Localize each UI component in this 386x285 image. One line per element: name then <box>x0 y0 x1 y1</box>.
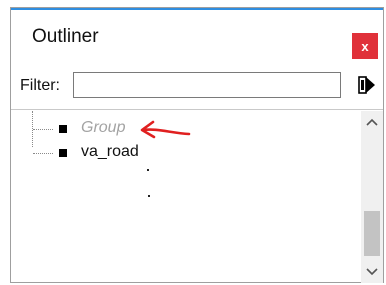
close-button[interactable]: x <box>352 33 378 59</box>
tree-item-label: va_road <box>81 143 139 160</box>
filter-arrow-icon <box>358 76 375 94</box>
vertical-scrollbar[interactable] <box>361 111 383 283</box>
title-bar[interactable]: Outliner x <box>11 10 383 64</box>
filter-label: Filter: <box>20 77 60 94</box>
node-square-icon <box>59 125 67 133</box>
tree-connector <box>33 129 53 130</box>
tree-item-va-road[interactable]: va_road <box>11 141 351 165</box>
close-icon: x <box>361 38 369 54</box>
red-arrow-annotation <box>140 120 191 139</box>
tree-connector <box>33 153 53 154</box>
filter-apply-button[interactable] <box>357 74 377 96</box>
tree-item-group[interactable]: Group <box>11 117 351 141</box>
stray-dot <box>148 195 150 197</box>
scroll-thumb[interactable] <box>364 211 380 256</box>
filter-row: Filter: <box>11 64 383 108</box>
chevron-up-icon <box>366 118 378 126</box>
filter-input[interactable] <box>73 72 341 98</box>
stray-dot <box>147 169 149 171</box>
separator <box>11 109 383 110</box>
chevron-down-icon <box>366 268 378 276</box>
scroll-down-button[interactable] <box>361 261 383 283</box>
tree-item-label: Group <box>81 119 126 136</box>
outliner-window: Outliner x Filter: Group va_road <box>10 7 384 283</box>
scroll-up-button[interactable] <box>361 111 383 133</box>
window-title: Outliner <box>32 26 99 47</box>
outliner-tree: Group va_road <box>11 111 361 281</box>
node-square-icon <box>59 149 67 157</box>
